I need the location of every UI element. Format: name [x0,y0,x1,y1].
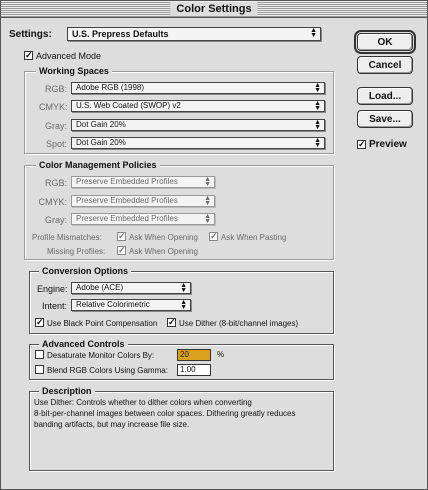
popup-arrows-icon: ▲ ▼ [314,100,321,112]
desaturate-label: Desaturate Monitor Colors By: [47,351,155,360]
intent-popup[interactable]: Relative Colorimetric ▲ ▼ [71,299,191,311]
engine-popup[interactable]: Adobe (ACE) ▲ ▼ [71,282,191,294]
ws-rgb-popup[interactable]: Adobe RGB (1998) ▲ ▼ [71,82,325,94]
ws-rgb-value: Adobe RGB (1998) [76,83,145,92]
popup-arrows-icon: ▲ ▼ [314,82,321,94]
mismatch-paste-label: Ask When Pasting [221,233,287,242]
ws-rgb-label: RGB: [45,84,68,94]
preview-label: Preview [369,139,407,150]
popup-arrows-icon: ▲ ▼ [204,176,211,188]
cm-gray-label: Gray: [44,215,67,225]
missing-open-label: Ask When Opening [129,247,198,256]
blend-gamma-field[interactable]: 1.00 [177,364,211,376]
black-point-checkbox[interactable]: ✓ [35,318,44,327]
cancel-button[interactable]: Cancel [357,56,413,74]
save-button[interactable]: Save... [357,110,413,128]
dither-checkbox[interactable]: ✓ [167,318,176,327]
ws-gray-popup[interactable]: Dot Gain 20% ▲ ▼ [71,119,325,131]
popup-arrows-icon: ▲ ▼ [204,213,211,225]
popup-arrows-icon: ▲ ▼ [314,119,321,131]
conversion-options-title: Conversion Options [39,266,132,276]
popup-arrows-icon: ▲ ▼ [180,299,187,311]
description-line: banding artifacts, but may increase file… [34,420,190,429]
advanced-controls-title: Advanced Controls [39,339,128,349]
mismatch-open-label: Ask When Opening [129,233,198,242]
load-button[interactable]: Load... [357,87,413,105]
popup-arrows-icon: ▲ ▼ [180,282,187,294]
desaturate-field[interactable]: 20 [177,349,211,361]
description-text: Use Dither: Controls whether to dither c… [34,397,330,430]
dither-label: Use Dither (8-bit/channel images) [179,319,299,328]
missing-profiles-label: Missing Profiles: [47,247,106,256]
cm-rgb-popup[interactable]: Preserve Embedded Profiles ▲ ▼ [71,176,215,188]
ws-cmyk-value: U.S. Web Coated (SWOP) v2 [76,101,181,110]
cm-rgb-label: RGB: [44,178,67,188]
ws-cmyk-label: CMYK: [39,102,68,112]
desaturate-checkbox[interactable] [35,350,44,359]
engine-label: Engine: [37,284,68,294]
popup-arrows-icon: ▲ ▼ [310,27,317,39]
cm-cmyk-value: Preserve Embedded Profiles [76,196,178,205]
advanced-mode-checkbox[interactable]: ✓ [24,51,33,60]
ws-spot-value: Dot Gain 20% [76,138,126,147]
advanced-mode-label: Advanced Mode [36,51,102,61]
blend-gamma-label: Blend RGB Colors Using Gamma: [47,366,168,375]
window-title: Color Settings [170,2,258,16]
intent-label: Intent: [41,301,67,311]
popup-arrows-icon: ▲ ▼ [204,195,211,207]
profile-mismatches-label: Profile Mismatches: [32,233,102,242]
cm-gray-popup[interactable]: Preserve Embedded Profiles ▲ ▼ [71,213,215,225]
cm-cmyk-popup[interactable]: Preserve Embedded Profiles ▲ ▼ [71,195,215,207]
engine-value: Adobe (ACE) [76,283,124,292]
color-settings-dialog: Color Settings Settings: U.S. Prepress D… [0,0,428,490]
cm-rgb-value: Preserve Embedded Profiles [76,177,178,186]
black-point-label: Use Black Point Compensation [47,319,158,328]
working-spaces-title: Working Spaces [36,66,112,76]
ok-button[interactable]: OK [354,30,416,54]
blend-gamma-checkbox[interactable] [35,365,44,374]
title-bar[interactable]: Color Settings [1,1,427,18]
missing-open-checkbox[interactable]: ✓ [117,246,126,255]
cm-gray-value: Preserve Embedded Profiles [76,214,178,223]
settings-popup[interactable]: U.S. Prepress Defaults ▲ ▼ [67,27,321,41]
mismatch-paste-checkbox[interactable]: ✓ [209,232,218,241]
preview-checkbox[interactable]: ✓ [357,140,366,149]
ws-spot-label: Spot: [45,139,67,149]
color-management-title: Color Management Policies [36,160,160,170]
settings-label: Settings: [9,29,52,40]
ws-cmyk-popup[interactable]: U.S. Web Coated (SWOP) v2 ▲ ▼ [71,100,325,112]
description-title: Description [39,386,95,396]
ws-gray-label: Gray: [44,121,67,131]
popup-arrows-icon: ▲ ▼ [314,137,321,149]
mismatch-open-checkbox[interactable]: ✓ [117,232,126,241]
desaturate-unit: % [217,350,225,359]
cm-cmyk-label: CMYK: [38,197,67,207]
ws-spot-popup[interactable]: Dot Gain 20% ▲ ▼ [71,137,325,149]
ws-gray-value: Dot Gain 20% [76,120,126,129]
intent-value: Relative Colorimetric [76,300,150,309]
description-line: 8-bit-per-channel images between color s… [34,409,296,418]
description-line: Use Dither: Controls whether to dither c… [34,398,252,407]
settings-value: U.S. Prepress Defaults [72,29,169,39]
